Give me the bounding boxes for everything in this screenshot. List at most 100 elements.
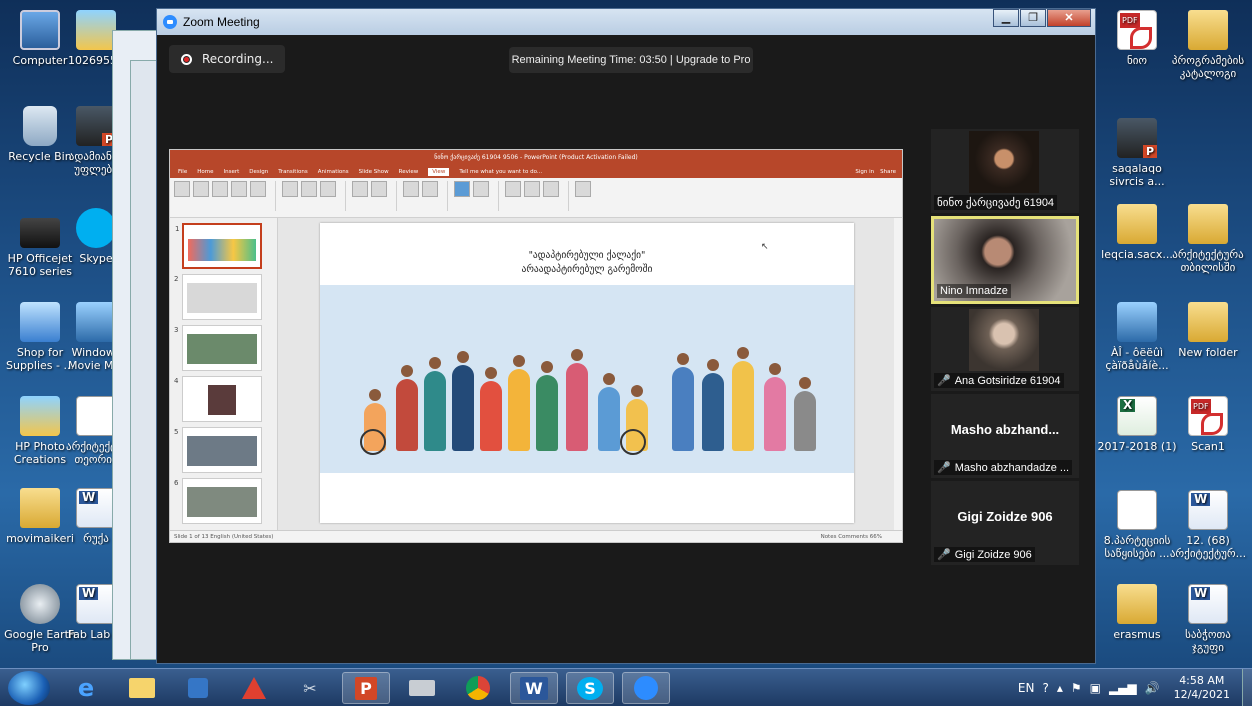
outline-view-icon[interactable] [193, 181, 209, 197]
help-icon[interactable]: ? [1042, 681, 1048, 695]
chrome-icon[interactable] [454, 672, 502, 704]
macros-icon[interactable] [575, 181, 591, 197]
desktop-icon-excel-2017[interactable]: 2017-2018 (1) [1097, 396, 1177, 453]
clock[interactable]: 4:58 AM 12/4/2021 [1174, 674, 1230, 702]
ppt-share[interactable]: Share [880, 169, 896, 175]
current-slide[interactable]: "ადაპტირებული ქალაქი" არაადაპტირებულ გარ… [320, 223, 854, 523]
file-manager-icon[interactable] [118, 672, 166, 704]
slide-thumbnail[interactable]: 2 [174, 274, 262, 320]
participant-name: 🎤 Masho abzhandadze ... [934, 460, 1073, 475]
ppt-tab-insert[interactable]: Insert [223, 169, 239, 175]
tray-arrow-icon[interactable]: ▴ [1057, 681, 1063, 695]
powerpoint-icon [76, 106, 116, 146]
ppt-tab-design[interactable]: Design [249, 169, 268, 175]
desktop-icon-nio-pdf[interactable]: ნიო [1097, 10, 1177, 67]
participant-tile[interactable]: Gigi Zoidze 906 🎤 Gigi Zoidze 906 [931, 481, 1079, 565]
internet-explorer-icon[interactable]: e [62, 672, 110, 704]
participant-name: ნინო ქარცივაძე 61904 [934, 195, 1058, 210]
slide-sorter-icon[interactable] [212, 181, 228, 197]
ppt-tab-slide-show[interactable]: Slide Show [359, 169, 389, 175]
zoom-title-bar[interactable]: Zoom Meeting ▁ ❐ ✕ [157, 9, 1095, 35]
media-player-icon[interactable] [174, 672, 222, 704]
powerpoint-taskbar-icon[interactable]: P [342, 672, 390, 704]
ppt-tab-animations[interactable]: Animations [318, 169, 349, 175]
skype-taskbar-icon[interactable]: S [566, 672, 614, 704]
ruler-checkbox-icon[interactable] [352, 181, 368, 197]
archicad-icon[interactable] [230, 672, 278, 704]
language-indicator[interactable]: EN [1018, 681, 1035, 695]
ppt-sign-in[interactable]: Sign in [855, 169, 874, 175]
ppt-status-right: Notes Comments 66% [820, 534, 882, 540]
desktop-icon-soviet-group[interactable]: საბჭოთა ჯგუფი [1168, 584, 1248, 654]
illustration-person [536, 361, 558, 451]
desktop-icon-new-folder[interactable]: New folder [1168, 302, 1248, 359]
slide-thumbnail[interactable]: 3 [174, 325, 262, 371]
slide-thumbnail[interactable]: 1 [175, 223, 262, 269]
desktop-icon-video-file[interactable]: ÀÎ - ôëëûì çàïðåùåíè... [1097, 302, 1177, 372]
notes-master-icon[interactable] [320, 181, 336, 197]
slide-master-icon[interactable] [282, 181, 298, 197]
slide-thumbnail[interactable]: 6 [174, 478, 262, 524]
ppt-tab-view[interactable]: View [428, 167, 450, 176]
switch-windows-icon[interactable] [543, 181, 559, 197]
volume-icon[interactable]: 🔊 [1145, 681, 1160, 695]
desktop-icon-lecture8[interactable]: 8.პარტეციის საწყისები ... [1097, 490, 1177, 560]
ppt-tab-home[interactable]: Home [197, 169, 213, 175]
handout-master-icon[interactable] [301, 181, 317, 197]
show-desktop-button[interactable] [1242, 669, 1252, 706]
illustration-person [702, 359, 724, 451]
desktop-icon-erasmus[interactable]: erasmus [1097, 584, 1177, 641]
slide-thumbnail[interactable]: 5 [174, 427, 262, 473]
slide-illustration-people [320, 285, 854, 473]
ppt-tab-file[interactable]: File [178, 169, 187, 175]
desktop-icon-leqcia[interactable]: leqcia.sacx... [1097, 204, 1177, 261]
scanner-icon[interactable] [398, 672, 446, 704]
flag-icon[interactable]: ⚑ [1071, 681, 1082, 695]
new-window-icon[interactable] [505, 181, 521, 197]
zoom-meeting-window[interactable]: Zoom Meeting ▁ ❐ ✕ Recording... Remainin… [156, 8, 1096, 664]
ppt-tell-me[interactable]: Tell me what you want to do... [459, 169, 542, 175]
powerpoint-icon [1117, 490, 1157, 530]
word-taskbar-icon[interactable]: W [510, 672, 558, 704]
color-icon[interactable] [454, 181, 470, 197]
participant-tile[interactable]: Masho abzhand... 🎤 Masho abzhandadze ... [931, 394, 1079, 478]
recording-indicator[interactable]: Recording... [169, 45, 285, 73]
start-button[interactable] [8, 671, 50, 705]
illustration-person [480, 367, 502, 451]
ribbon-group-color [454, 181, 499, 211]
zoom-icon[interactable] [403, 181, 419, 197]
illustration-person [396, 365, 418, 451]
record-icon [181, 53, 192, 65]
network-signal-icon[interactable]: ▂▄▆ [1109, 681, 1137, 695]
zoom-taskbar-icon[interactable] [622, 672, 670, 704]
participant-tile[interactable]: ნინო ქარცივაძე 61904 [931, 129, 1079, 213]
desktop-icon-tbilisi-arch[interactable]: არქიტექტურა თბილისში [1168, 204, 1248, 274]
ppt-tab-transitions[interactable]: Transitions [278, 169, 307, 175]
desktop-icon-scan1[interactable]: Scan1 [1168, 396, 1248, 453]
ppt-tab-review[interactable]: Review [399, 169, 419, 175]
notes-icon[interactable] [371, 181, 387, 197]
slide-thumbnail[interactable]: 4 [174, 376, 262, 422]
arrange-all-icon[interactable] [524, 181, 540, 197]
device-icon[interactable]: ▣ [1090, 681, 1101, 695]
maximize-button[interactable]: ❐ [1020, 9, 1046, 27]
reading-view-icon[interactable] [250, 181, 266, 197]
participant-tile[interactable]: 🎤 Ana Gotsiridze 61904 [931, 307, 1079, 391]
desktop-icon-saqalaqo[interactable]: saqalaqo sivrcis a... [1097, 118, 1177, 188]
remaining-time-banner[interactable]: Remaining Meeting Time: 03:50 | Upgrade … [509, 47, 753, 73]
google-earth-icon [20, 584, 60, 624]
ppt-title-bar: ნინო ქარცივაძე 61904 9506 - PowerPoint (… [170, 150, 902, 165]
slide-editing-area: "ადაპტირებული ქალაქი" არაადაპტირებულ გარ… [278, 218, 894, 530]
notes-page-icon[interactable] [231, 181, 247, 197]
desktop-icon-doc-12[interactable]: 12. (68) არქიტექტურ... [1168, 490, 1248, 560]
participant-tile-active-speaker[interactable]: Nino Imnadze [931, 216, 1079, 304]
illustration-person [794, 377, 816, 451]
fit-to-window-icon[interactable] [422, 181, 438, 197]
window-controls: ▁ ❐ ✕ [992, 9, 1091, 27]
desktop-icon-catalog[interactable]: პროგრამების კატალოგი [1168, 10, 1248, 80]
grayscale-icon[interactable] [473, 181, 489, 197]
minimize-button[interactable]: ▁ [993, 9, 1019, 27]
close-button[interactable]: ✕ [1047, 9, 1091, 27]
normal-view-icon[interactable] [174, 181, 190, 197]
paint-icon[interactable]: ✂ [286, 672, 334, 704]
